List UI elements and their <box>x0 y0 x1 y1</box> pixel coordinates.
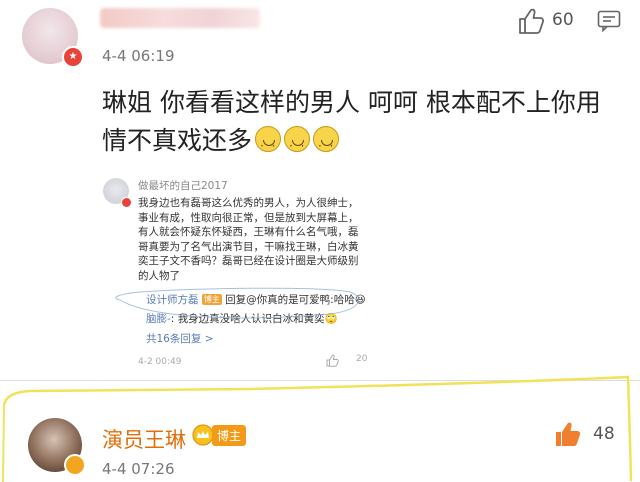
embedded-reply: 设计师方磊 博主 回复@你真的是可爱鸭:哈哈😆 <box>146 292 366 307</box>
reply-icon[interactable] <box>597 10 621 32</box>
smile-emoji-icon <box>255 126 282 165</box>
reply-user: 脑膨- <box>146 313 171 325</box>
smile-emoji-icon <box>284 126 311 165</box>
liked-icon[interactable] <box>553 420 583 448</box>
blogger-badge: 博主 <box>192 424 246 446</box>
like-icon[interactable] <box>516 6 546 36</box>
blogger-label: 博主 <box>212 425 246 446</box>
comment-username[interactable]: 演员王琳 <box>102 424 186 454</box>
embedded-timestamp: 4-2 00:49 <box>138 357 182 367</box>
comment-timestamp: 4-4 07:26 <box>102 460 175 478</box>
total-replies-link: 共16条回复 > <box>146 333 214 345</box>
embedded-username: 做最坏的自己2017 <box>138 180 228 192</box>
embedded-body: 我身边也有磊哥这么优秀的男人，为人很绅士， 事业有成，性取向很正常，但是放到大屏… <box>138 197 359 282</box>
comment-text: 琳姐 你看看这样的男人 呵呵 根本配不上你用情不真戏还多 <box>102 84 612 165</box>
like-count: 48 <box>593 424 615 444</box>
like-count: 60 <box>552 10 574 30</box>
embedded-like-count: 20 <box>356 354 368 364</box>
verified-badge-icon: ★ <box>62 46 84 68</box>
embedded-verified-icon <box>121 197 132 208</box>
laugh-emoji-icon: 😆 <box>354 294 366 306</box>
smile-emoji-icon <box>313 126 340 165</box>
reply-user: 设计师方磊 <box>146 294 199 306</box>
embedded-reply: 脑膨-: 我身边真没啥人认识白冰和黄奕🙄 <box>146 311 338 326</box>
crown-icon <box>192 424 214 446</box>
embedded-like-icon <box>326 354 339 367</box>
comment-body: 琳姐 你看看这样的男人 呵呵 根本配不上你用情不真戏还多 <box>102 88 601 155</box>
reply-text: 回复@你真的是可爱鸭:哈哈 <box>221 294 355 306</box>
comment-timestamp: 4-4 06:19 <box>102 47 175 65</box>
blogger-tag: 博主 <box>201 294 222 305</box>
reply-text: : 我身边真没啥人认识白冰和黄奕 <box>170 313 325 325</box>
verified-badge-icon <box>64 454 86 476</box>
emoji-icon: 🙄 <box>324 313 338 325</box>
divider <box>0 380 640 381</box>
blurred-username[interactable] <box>100 8 260 28</box>
